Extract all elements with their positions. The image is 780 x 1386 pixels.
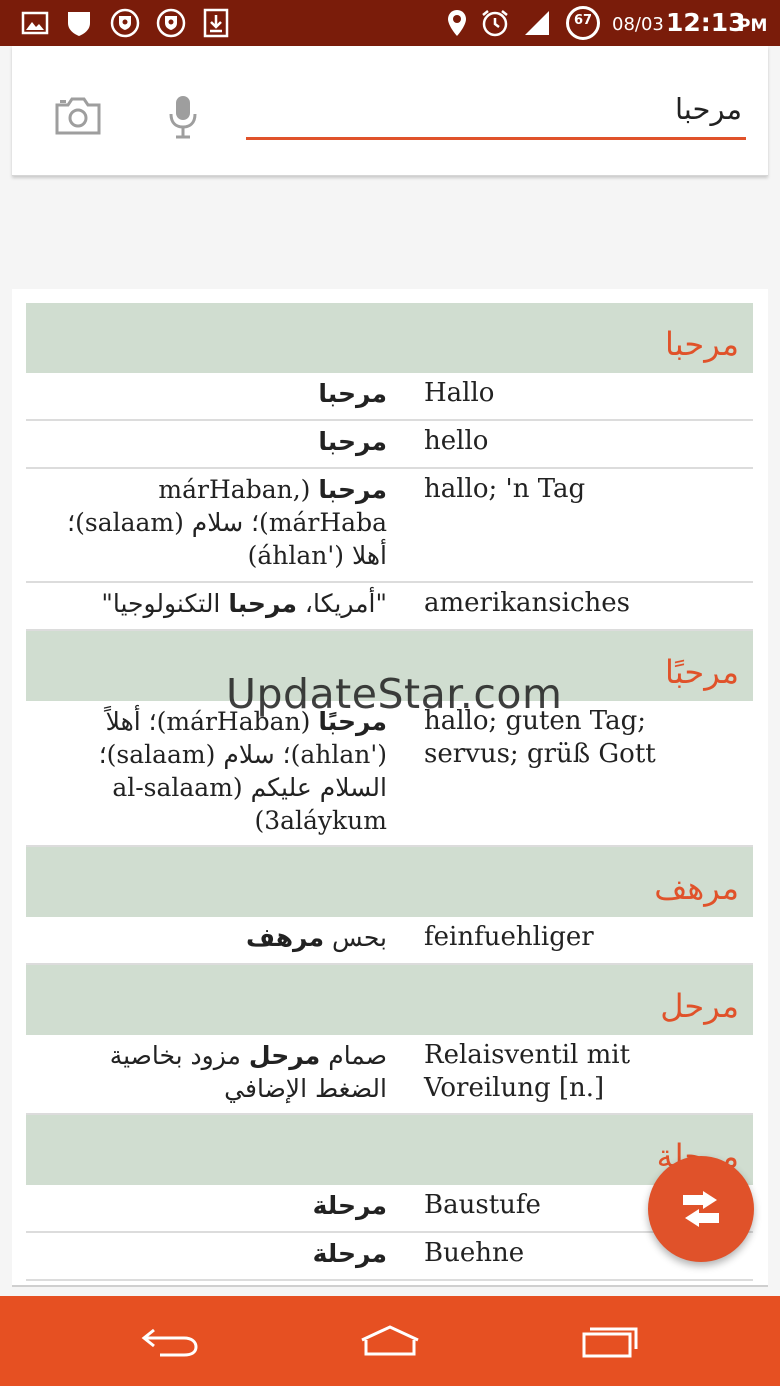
download-icon: [203, 8, 229, 38]
arabic-term: مرحبا (márHaban, márHaba)؛ سلام (salaam)…: [67, 475, 387, 570]
group-header: مرهف: [26, 847, 753, 917]
gallery-icon: [21, 11, 49, 35]
german-translation: amerikansiches: [424, 588, 630, 618]
arabic-term: بحس مرهف: [245, 923, 387, 952]
group-title: مرحبًا: [665, 653, 739, 691]
result-row[interactable]: مرحبا hello: [26, 421, 753, 469]
group-header: مرحبا: [26, 303, 753, 373]
alarm-icon: [482, 10, 508, 37]
results-list: مرحبا مرحبا Hallo مرحبا hello مرحبا (márHaban…: [12, 289, 768, 1287]
group-header: مرحل: [26, 965, 753, 1035]
location-icon: [448, 10, 466, 36]
arabic-term: صمام مرحل مزود بخاصية الضغط الإضافي: [109, 1041, 387, 1103]
watermark: UpdateStar.com: [226, 670, 563, 718]
search-bar: [12, 46, 768, 176]
result-row[interactable]: مرحلة Buehne: [26, 1233, 753, 1281]
battery-level: 67: [573, 13, 593, 28]
german-translation: Relaisventil mit Voreilung [n.]: [424, 1040, 631, 1103]
german-translation: hallo; 'n Tag: [424, 474, 586, 504]
status-ampm: PM: [738, 16, 768, 36]
swap-direction-button[interactable]: [648, 1156, 754, 1262]
result-row[interactable]: "أمريكا، مرحبا التكنولوجيا" amerikansiche…: [26, 583, 753, 631]
result-row[interactable]: مرحبا Hallo: [26, 373, 753, 421]
result-row[interactable]: مرحلة Baustufe: [26, 1185, 753, 1233]
status-bar: 67 08/03 12:13 PM: [0, 0, 780, 46]
arabic-term: مرحلة: [312, 1239, 387, 1268]
arabic-term: "أمريكا، مرحبا التكنولوجيا": [101, 589, 387, 618]
result-row[interactable]: صمام مرحل مزود بخاصية الضغط الإضافي Relai…: [26, 1035, 753, 1115]
camera-icon[interactable]: [54, 96, 102, 136]
group-title: مرهف: [654, 869, 739, 907]
microphone-icon[interactable]: [168, 94, 198, 140]
status-date: 08/03: [612, 14, 664, 35]
german-translation: feinfuehliger: [424, 922, 594, 952]
shield-icon: [68, 12, 90, 36]
german-translation: Hallo: [424, 378, 495, 408]
search-input[interactable]: [246, 86, 746, 140]
navigation-bar: [0, 1296, 780, 1386]
signal-icon: [525, 11, 549, 35]
status-time: 12:13: [666, 8, 746, 37]
arabic-term: مرحبا: [318, 379, 387, 408]
back-icon[interactable]: [140, 1324, 200, 1358]
german-translation: hello: [424, 426, 489, 456]
swap-direction-icon: [683, 1191, 719, 1227]
result-row[interactable]: بحس مرهف feinfuehliger: [26, 917, 753, 965]
arabic-term: مرحبا: [318, 427, 387, 456]
group-title: مرحبا: [665, 325, 739, 363]
vpn-shield-icon: [156, 8, 186, 38]
result-row[interactable]: مرحبًا (márHaban)؛ أهلاً ('ahlan)؛ سلام …: [26, 701, 753, 847]
group-header: مرحلة: [26, 1115, 753, 1185]
arabic-term: مرحبًا (márHaban)؛ أهلاً ('ahlan)؛ سلام …: [98, 707, 387, 835]
home-icon[interactable]: [360, 1324, 420, 1358]
vpn-shield-icon: [110, 8, 140, 38]
result-row[interactable]: مرحبا (márHaban, márHaba)؛ سلام (salaam)…: [26, 469, 753, 583]
group-title: مرحل: [660, 987, 739, 1025]
recent-apps-icon[interactable]: [580, 1324, 640, 1358]
arabic-term: مرحلة: [312, 1191, 387, 1220]
